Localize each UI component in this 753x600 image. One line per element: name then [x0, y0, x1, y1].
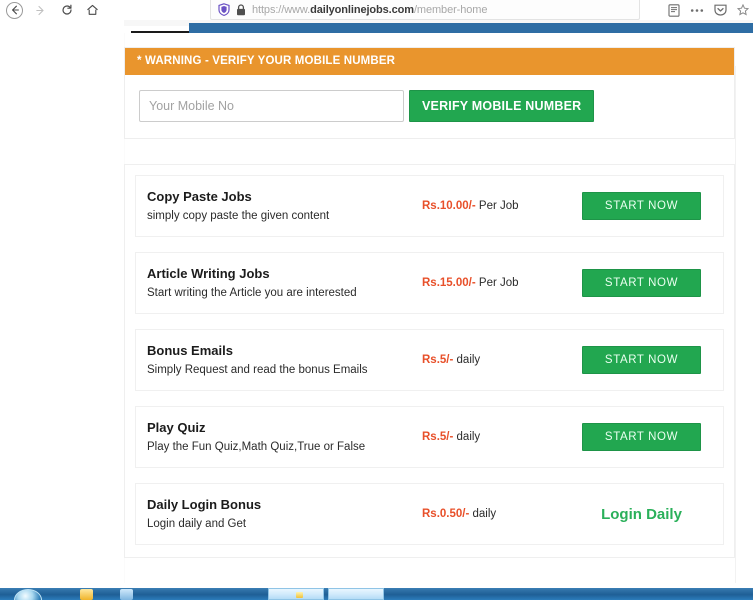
job-info: Play Quiz Play the Fun Quiz,Math Quiz,Tr…	[147, 420, 422, 455]
job-rate: Rs.15.00/- Per Job	[422, 277, 572, 289]
shield-glyph	[218, 3, 230, 16]
job-action: START NOW	[572, 346, 711, 374]
browser-chrome: https://www.dailyonlinejobs.com/member-h…	[0, 0, 753, 20]
job-info: Copy Paste Jobs simply copy paste the gi…	[147, 189, 422, 224]
job-description: Start writing the Article you are intere…	[147, 286, 422, 300]
save-to-pocket-icon[interactable]	[713, 3, 727, 17]
url-domain: dailyonlinejobs.com	[310, 4, 414, 16]
job-action: START NOW	[572, 192, 711, 220]
star-glyph	[737, 4, 749, 16]
job-description: Simply Request and read the bonus Emails	[147, 363, 422, 377]
job-amount: Rs.5/-	[422, 431, 453, 443]
job-amount: Rs.0.50/-	[422, 508, 469, 520]
table-row[interactable]: Daily Login Bonus Login daily and Get Rs…	[135, 483, 724, 545]
bookmark-star-icon[interactable]	[736, 3, 750, 17]
job-unit: Per Job	[479, 277, 519, 289]
start-now-button[interactable]: START NOW	[582, 423, 701, 451]
job-info: Daily Login Bonus Login daily and Get	[147, 497, 422, 532]
reload-icon[interactable]	[58, 2, 75, 19]
job-rate: Rs.5/- daily	[422, 354, 572, 366]
reload-arrow-glyph	[61, 4, 73, 16]
os-taskbar	[0, 588, 753, 600]
taskbar-window-icon-1	[296, 592, 303, 598]
url-prefix: https://www.	[252, 4, 310, 16]
login-daily-link[interactable]: Login Daily	[601, 506, 682, 523]
mobile-number-input[interactable]	[139, 90, 404, 122]
job-unit: Per Job	[479, 200, 519, 212]
job-rate: Rs.0.50/- daily	[422, 508, 572, 520]
job-rate: Rs.5/- daily	[422, 431, 572, 443]
taskbar-window-button-2[interactable]	[328, 588, 384, 600]
forward-arrow-glyph	[35, 5, 46, 16]
job-action: START NOW	[572, 269, 711, 297]
start-now-button[interactable]: START NOW	[582, 192, 701, 220]
job-title: Bonus Emails	[147, 343, 422, 359]
job-description: Login daily and Get	[147, 517, 422, 531]
padlock-glyph	[236, 4, 246, 16]
job-description: Play the Fun Quiz,Math Quiz,True or Fals…	[147, 440, 422, 454]
table-row[interactable]: Article Writing Jobs Start writing the A…	[135, 252, 724, 314]
job-unit: daily	[457, 431, 481, 443]
job-amount: Rs.5/-	[422, 354, 453, 366]
forward-icon[interactable]	[32, 2, 49, 19]
url-path: /member-home	[414, 4, 487, 16]
more-menu-icon[interactable]	[690, 3, 704, 17]
page-right-border	[735, 66, 736, 583]
job-amount: Rs.15.00/-	[422, 277, 476, 289]
warning-body: VERIFY MOBILE NUMBER	[125, 75, 734, 138]
job-action: START NOW	[572, 423, 711, 451]
job-rate: Rs.10.00/- Per Job	[422, 200, 572, 212]
browser-toolbar-right	[667, 0, 750, 20]
job-info: Article Writing Jobs Start writing the A…	[147, 266, 422, 301]
ellipsis-glyph	[690, 8, 704, 13]
start-now-button[interactable]: START NOW	[582, 269, 701, 297]
table-row[interactable]: Play Quiz Play the Fun Quiz,Math Quiz,Tr…	[135, 406, 724, 468]
job-title: Article Writing Jobs	[147, 266, 422, 282]
job-action: Login Daily	[572, 506, 711, 523]
reader-view-glyph	[668, 4, 680, 17]
page-viewport: * WARNING - VERIFY YOUR MOBILE NUMBER VE…	[0, 33, 753, 583]
job-info: Bonus Emails Simply Request and read the…	[147, 343, 422, 378]
home-glyph	[86, 4, 99, 16]
url-bar[interactable]: https://www.dailyonlinejobs.com/member-h…	[210, 0, 640, 20]
url-text: https://www.dailyonlinejobs.com/member-h…	[252, 4, 487, 16]
job-description: simply copy paste the given content	[147, 209, 422, 223]
jobs-panel: Copy Paste Jobs simply copy paste the gi…	[124, 164, 735, 558]
reader-view-icon[interactable]	[667, 3, 681, 17]
warning-header: * WARNING - VERIFY YOUR MOBILE NUMBER	[125, 48, 734, 75]
home-icon[interactable]	[84, 2, 101, 19]
job-title: Play Quiz	[147, 420, 422, 436]
start-button-orb[interactable]	[14, 589, 42, 600]
table-row[interactable]: Bonus Emails Simply Request and read the…	[135, 329, 724, 391]
start-now-button[interactable]: START NOW	[582, 346, 701, 374]
job-unit: daily	[473, 508, 497, 520]
verify-mobile-number-button[interactable]: VERIFY MOBILE NUMBER	[409, 90, 594, 122]
shield-icon[interactable]	[217, 3, 230, 17]
job-amount: Rs.10.00/-	[422, 200, 476, 212]
lock-icon	[235, 3, 246, 16]
taskbar-pinned-icon-2[interactable]	[120, 589, 133, 600]
back-arrow-glyph	[10, 5, 20, 15]
taskbar-pinned-icon-1[interactable]	[80, 589, 93, 600]
job-title: Copy Paste Jobs	[147, 189, 422, 205]
site-navbar-bar	[189, 23, 753, 33]
pocket-glyph	[714, 4, 727, 16]
browser-nav-buttons	[6, 0, 101, 20]
back-icon[interactable]	[6, 2, 23, 19]
job-title: Daily Login Bonus	[147, 497, 422, 513]
table-row[interactable]: Copy Paste Jobs simply copy paste the gi…	[135, 175, 724, 237]
mobile-verify-panel: * WARNING - VERIFY YOUR MOBILE NUMBER VE…	[124, 47, 735, 139]
job-unit: daily	[457, 354, 481, 366]
content-column: * WARNING - VERIFY YOUR MOBILE NUMBER VE…	[124, 33, 735, 558]
